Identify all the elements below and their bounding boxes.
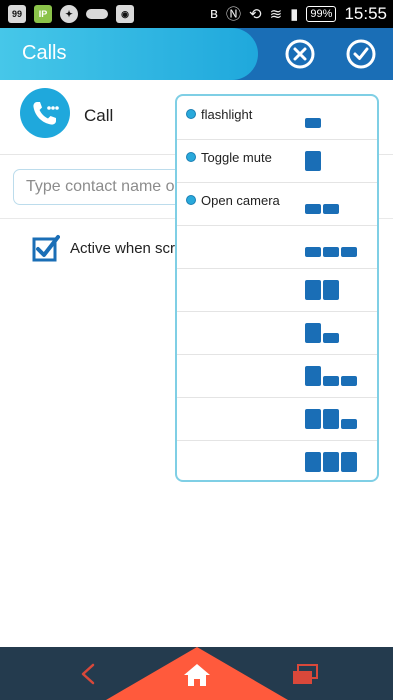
gesture-pattern: [305, 440, 375, 482]
gesture-block: [323, 452, 339, 472]
popup-row-pattern[interactable]: [177, 354, 377, 398]
app-bar-title-tab: Calls: [0, 28, 258, 80]
gesture-block: [323, 280, 339, 300]
check-circle-icon: [346, 39, 376, 69]
popup-row-toggle-mute[interactable]: Toggle mute: [177, 139, 377, 183]
call-action-avatar: [20, 88, 70, 138]
popup-row-flashlight[interactable]: flashlight: [177, 96, 377, 140]
popup-row-label: flashlight: [201, 107, 253, 122]
phone-icon: [33, 102, 59, 125]
gesture-block: [305, 118, 321, 128]
gesture-pattern: [305, 354, 375, 396]
calendar-notification-icon: 99: [8, 5, 26, 23]
camera-icon: [186, 195, 196, 205]
gesture-block: [341, 452, 357, 472]
wifi-icon: ≋: [269, 5, 283, 23]
checkbox-checked-icon[interactable]: [32, 234, 60, 262]
popup-row-open-camera[interactable]: Open camera: [177, 182, 377, 226]
mute-icon: [186, 152, 196, 162]
call-action-label: Call: [84, 106, 114, 125]
gesture-block: [305, 204, 321, 214]
gesture-block: [323, 376, 339, 386]
recent-apps-icon[interactable]: [291, 664, 319, 686]
gesture-pattern: [305, 397, 375, 439]
popup-row-pattern[interactable]: [177, 268, 377, 312]
gesture-block: [305, 247, 321, 257]
flashlight-icon: [186, 109, 196, 119]
gesture-block: [323, 409, 339, 429]
bluetooth-icon: ʙ: [210, 5, 218, 22]
gesture-pattern: [305, 311, 375, 353]
gesture-pattern: [305, 96, 375, 138]
gesture-block: [305, 323, 321, 343]
popup-row-pattern[interactable]: [177, 397, 377, 441]
gesture-block: [323, 204, 339, 214]
gesture-block: [341, 419, 357, 429]
gesture-block: [305, 366, 321, 386]
status-bar: 99 IP ✦ ◉ ʙ Ⓝ ⟲ ≋ ▮ 99% 15:55: [0, 0, 393, 28]
ip-app-icon: IP: [34, 5, 52, 23]
gesture-block: [305, 280, 321, 300]
nfc-icon: Ⓝ: [225, 6, 241, 23]
gesture-block: [305, 151, 321, 171]
battery-indicator: 99%: [306, 5, 337, 22]
gesture-block: [305, 409, 321, 429]
popup-row-label: Toggle mute: [201, 150, 272, 165]
popup-row-pattern[interactable]: [177, 440, 377, 483]
band-icon: [86, 9, 108, 19]
gesture-block: [323, 247, 339, 257]
gesture-action-popup: flashlight Toggle mute Open camera: [175, 94, 379, 482]
page-title: Calls: [22, 42, 67, 64]
gesture-pattern: [305, 225, 375, 267]
bottom-nav-bar: [0, 647, 393, 700]
close-circle-icon: [285, 39, 315, 69]
status-system-icons: ʙ Ⓝ ⟲ ≋ ▮ 99% 15:55: [210, 3, 387, 24]
popup-row-label: Open camera: [201, 193, 280, 208]
signal-icon: ▮: [290, 5, 299, 23]
confirm-button[interactable]: [345, 38, 377, 70]
popup-row-pattern[interactable]: [177, 225, 377, 269]
gesture-pattern: [305, 268, 375, 310]
gesture-block: [305, 452, 321, 472]
clock: 15:55: [344, 3, 387, 23]
gesture-block: [323, 333, 339, 343]
app-bar: Calls: [0, 28, 393, 80]
accessibility-icon: ✦: [60, 5, 78, 23]
cancel-button[interactable]: [284, 38, 316, 70]
back-icon[interactable]: [78, 663, 100, 685]
gesture-pattern: [305, 139, 375, 181]
gesture-block: [341, 247, 357, 257]
status-notification-icons: 99 IP ✦ ◉: [8, 5, 134, 23]
camera-app-icon: ◉: [116, 5, 134, 23]
gesture-block: [341, 376, 357, 386]
rotation-icon: ⟲: [249, 5, 262, 23]
gesture-pattern: [305, 182, 375, 224]
checkbox-label: Active when scre: [70, 240, 184, 257]
popup-row-pattern[interactable]: [177, 311, 377, 355]
active-when-screen-option[interactable]: Active when scre: [0, 230, 200, 266]
home-icon[interactable]: [183, 663, 211, 687]
